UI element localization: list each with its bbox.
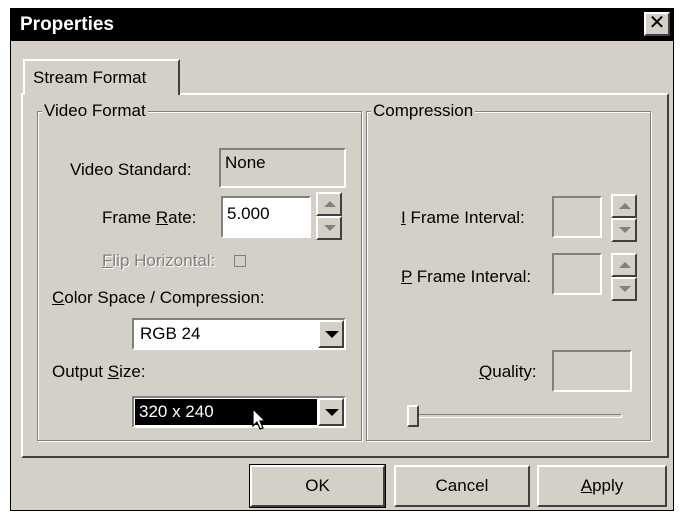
spin-down-icon xyxy=(619,286,631,292)
color-space-value: RGB 24 xyxy=(140,324,201,343)
compression-group-label: Compression xyxy=(371,101,476,121)
tab-label: Stream Format xyxy=(33,68,147,87)
color-space-dropdown-button[interactable] xyxy=(318,320,344,348)
spin-up-icon xyxy=(324,201,336,207)
spin-down-icon xyxy=(619,227,631,233)
video-standard-field: None xyxy=(219,148,346,188)
i-frame-interval-field xyxy=(552,196,602,238)
mouse-cursor-icon xyxy=(252,408,267,430)
output-size-dropdown-button[interactable] xyxy=(318,398,344,426)
frame-rate-label: Frame Rate: xyxy=(102,208,197,227)
flip-horizontal-checkbox[interactable] xyxy=(234,255,246,267)
quality-slider-thumb[interactable] xyxy=(407,405,419,427)
p-frame-up-button[interactable] xyxy=(611,253,637,277)
ok-button[interactable]: OK xyxy=(249,464,386,508)
spin-down-icon xyxy=(324,225,336,231)
close-button[interactable]: ✕ xyxy=(644,12,670,36)
spin-up-icon xyxy=(619,203,631,209)
apply-button[interactable]: Apply xyxy=(537,465,667,507)
output-size-selection: 320 x 240 xyxy=(135,399,317,425)
frame-rate-input[interactable]: 5.000 xyxy=(221,196,311,238)
flip-horizontal-label: Flip Horizontal: xyxy=(102,251,216,270)
i-frame-up-button[interactable] xyxy=(611,194,637,218)
video-format-group: Video Format Video Standard: None Frame … xyxy=(37,101,362,441)
spin-up-icon xyxy=(619,262,631,268)
window-title: Properties xyxy=(20,14,114,35)
quality-label: Quality: xyxy=(479,362,537,381)
close-icon: ✕ xyxy=(648,12,666,34)
tab-stream-format[interactable]: Stream Format xyxy=(23,59,180,95)
frame-rate-spinner[interactable] xyxy=(316,192,342,240)
frame-rate-down-button[interactable] xyxy=(316,216,342,240)
i-frame-down-button[interactable] xyxy=(611,218,637,242)
i-frame-interval-label: I Frame Interval: xyxy=(401,208,525,227)
dropdown-arrow-icon xyxy=(325,331,339,338)
p-frame-interval-field xyxy=(552,253,602,295)
video-format-group-label: Video Format xyxy=(42,101,148,121)
quality-field xyxy=(552,350,632,392)
p-frame-down-button[interactable] xyxy=(611,277,637,301)
frame-rate-value: 5.000 xyxy=(227,204,270,223)
frame-rate-up-button[interactable] xyxy=(316,192,342,216)
properties-window: Properties ✕ Stream Format Video Format … xyxy=(10,8,674,511)
color-space-select[interactable]: RGB 24 xyxy=(132,318,346,350)
cancel-button[interactable]: Cancel xyxy=(394,465,530,507)
title-bar[interactable]: Properties ✕ xyxy=(11,9,673,41)
output-size-label: Output Size: xyxy=(52,362,146,381)
compression-group: Compression I Frame Interval: P Frame In… xyxy=(366,101,651,441)
video-standard-value: None xyxy=(225,153,266,172)
i-frame-spinner[interactable] xyxy=(611,194,637,242)
quality-slider-track[interactable] xyxy=(407,414,622,418)
color-space-label: Color Space / Compression: xyxy=(52,288,265,307)
p-frame-interval-label: P Frame Interval: xyxy=(401,267,532,286)
video-standard-label: Video Standard: xyxy=(70,160,192,179)
output-size-select[interactable]: 320 x 240 xyxy=(132,396,346,428)
output-size-value: 320 x 240 xyxy=(139,402,214,421)
p-frame-spinner[interactable] xyxy=(611,253,637,301)
tab-panel: Video Format Video Standard: None Frame … xyxy=(21,93,669,458)
dropdown-arrow-icon xyxy=(325,409,339,416)
